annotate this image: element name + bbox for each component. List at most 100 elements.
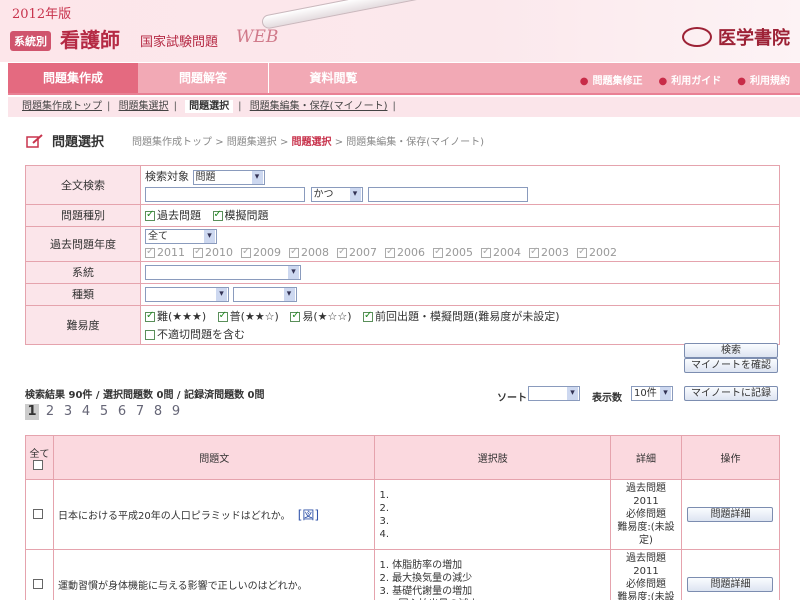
util-link-terms[interactable]: ● 利用規約 <box>737 72 790 87</box>
checkbox[interactable] <box>217 310 228 322</box>
checkbox[interactable] <box>241 246 251 258</box>
year-option[interactable]: 2003 <box>529 246 569 259</box>
checkbox[interactable] <box>529 246 539 258</box>
select-all-checkbox[interactable] <box>33 459 44 470</box>
search-form: 全文検索 検索対象 問題 かつ 問題種別 過去問題 模擬問題 過去問題年度 全て… <box>25 165 780 345</box>
col-choices: 選択肢 <box>374 435 612 480</box>
difficulty-normal[interactable]: 普(★★☆) <box>217 308 279 324</box>
checkbox[interactable] <box>290 310 301 322</box>
results-table: 全て 問題文 選択肢 詳細 操作 日本における平成20年の人口ピラミッドはどれか… <box>25 435 781 600</box>
year-option[interactable]: 2007 <box>337 246 377 259</box>
year-option[interactable]: 2004 <box>481 246 521 259</box>
page-link[interactable]: 9 <box>169 404 183 420</box>
page-link[interactable]: 8 <box>151 404 165 420</box>
row-checkbox[interactable] <box>33 509 44 519</box>
choice-item: 3. 基礎代謝量の増加 <box>379 585 473 597</box>
year-option[interactable]: 2002 <box>577 246 617 259</box>
checkbox[interactable] <box>145 329 155 340</box>
keyword-input-2[interactable] <box>368 186 528 202</box>
kind-select-2[interactable] <box>232 286 297 302</box>
row-checkbox[interactable] <box>33 579 44 589</box>
search-button[interactable]: 検索 <box>684 343 778 358</box>
difficulty-unset[interactable]: 前回出題・模擬問題(難易度が未設定) <box>363 308 560 324</box>
checkbox[interactable] <box>385 246 395 258</box>
detail-item: 2011 <box>633 496 659 507</box>
page-link[interactable]: 6 <box>115 404 129 420</box>
year-option[interactable]: 2010 <box>193 246 233 259</box>
year-option[interactable]: 2005 <box>433 246 473 259</box>
year-option[interactable]: 2008 <box>289 246 329 259</box>
page-link[interactable]: 5 <box>97 404 111 420</box>
operator-select[interactable]: かつ <box>310 186 363 202</box>
category-badge: 系統別 <box>10 31 51 51</box>
type-option-past[interactable]: 過去問題 <box>145 207 201 223</box>
type-label: 問題種別 <box>25 203 141 227</box>
checkbox[interactable] <box>289 246 299 258</box>
confirm-mynote-button[interactable]: マイノートを確認 <box>684 358 778 373</box>
page-link[interactable]: 3 <box>61 404 75 420</box>
tab-answer[interactable]: 問題解答 <box>138 63 268 93</box>
page-link[interactable]: 1 <box>25 404 39 420</box>
record-mynote-button[interactable]: マイノートに記録 <box>684 386 778 401</box>
site-web-mark: WEB <box>236 27 279 47</box>
page-link[interactable]: 7 <box>133 404 147 420</box>
checkbox[interactable] <box>145 310 155 322</box>
subnav-create-top[interactable]: 問題集作成トップ <box>22 101 102 112</box>
checkbox[interactable] <box>363 310 374 322</box>
year-select[interactable]: 全て <box>145 228 217 244</box>
subnav-select-question[interactable]: 問題選択 <box>185 100 234 113</box>
type-option-mock[interactable]: 模擬問題 <box>212 207 269 223</box>
util-link-guide[interactable]: ● 利用ガイド <box>659 72 722 87</box>
figure-link[interactable]: [図] <box>298 508 319 522</box>
difficulty-label: 難易度 <box>25 304 141 345</box>
page-link[interactable]: 4 <box>79 404 93 420</box>
sort-select[interactable] <box>528 386 580 401</box>
table-row: 日本における平成20年の人口ピラミッドはどれか。 [図] 1. 2. 3. 4. 過去問題… <box>25 479 781 550</box>
kind-label: 種類 <box>25 282 141 306</box>
site-subtitle: 国家試験問題 <box>140 35 219 50</box>
per-page-select[interactable]: 10件 <box>631 386 673 401</box>
bullet-icon: ● <box>737 76 746 87</box>
kind-select-1[interactable] <box>145 286 229 302</box>
sort-label: ソート <box>497 393 527 404</box>
difficulty-easy[interactable]: 易(★☆☆) <box>290 308 352 324</box>
subnav-edit-save[interactable]: 問題集編集・保存(マイノート) <box>250 101 388 112</box>
choice-item: 1. 体脂肪率の増加 <box>379 559 463 571</box>
checkbox[interactable] <box>577 246 587 258</box>
year-option[interactable]: 2006 <box>385 246 425 259</box>
question-detail-button[interactable]: 問題詳細 <box>687 577 774 592</box>
year-option[interactable]: 2011 <box>145 246 185 259</box>
checkbox[interactable] <box>481 246 491 258</box>
col-action: 操作 <box>680 435 781 480</box>
checkbox[interactable] <box>145 246 155 258</box>
system-select[interactable] <box>145 264 301 280</box>
sub-nav: 問題集作成トップ | 問題集選択 | 問題選択 | 問題集編集・保存(マイノート) | <box>8 97 800 117</box>
checkbox[interactable] <box>145 209 155 221</box>
page-title: 問題選択 <box>52 135 105 150</box>
checkbox[interactable] <box>212 209 223 221</box>
checkbox[interactable] <box>193 246 203 258</box>
search-target-select[interactable]: 問題 <box>192 169 265 185</box>
detail-item: 必修問題 <box>626 509 666 520</box>
publisher-logo[interactable]: 医学書院 <box>682 24 790 50</box>
page-link[interactable]: 2 <box>43 404 57 420</box>
question-detail-button[interactable]: 問題詳細 <box>687 507 774 522</box>
subnav-select-set[interactable]: 問題集選択 <box>119 101 169 112</box>
keyword-input-1[interactable] <box>145 186 305 202</box>
difficulty-hard[interactable]: 難(★★★) <box>145 308 206 324</box>
edition-year: 2012年版 <box>12 7 72 22</box>
util-link-edit[interactable]: ● 問題集修正 <box>580 72 643 87</box>
year-option[interactable]: 2009 <box>241 246 281 259</box>
checkbox[interactable] <box>433 246 443 258</box>
choice-item: 4. <box>379 528 389 540</box>
utility-links: ● 問題集修正 ● 利用ガイド ● 利用規約 <box>580 72 790 87</box>
checkbox[interactable] <box>337 246 347 258</box>
include-inappropriate[interactable]: 不適切問題を含む <box>145 326 245 342</box>
table-row: 運動習慣が身体機能に与える影響で正しいのはどれか。 1. 体脂肪率の増加 2. 最大… <box>25 549 781 600</box>
tab-materials[interactable]: 資料閲覧 <box>268 63 398 93</box>
detail-item: 難易度:(未設定) <box>617 522 675 546</box>
bullet-icon: ● <box>579 76 589 87</box>
tab-create[interactable]: 問題集作成 <box>8 63 138 93</box>
publisher-emblem-icon <box>682 27 712 47</box>
detail-item: 難易度:(未設定) <box>617 592 675 600</box>
